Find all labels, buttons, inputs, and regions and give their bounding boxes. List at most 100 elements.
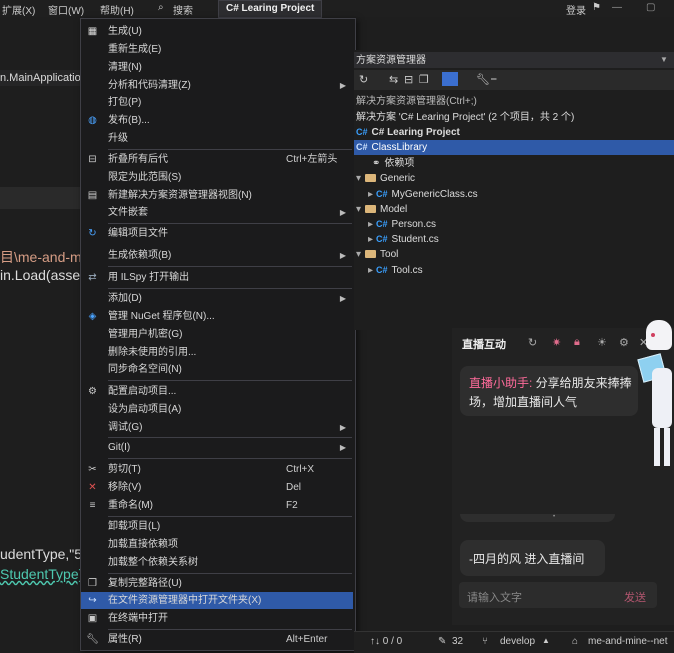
- menu-item-user-secrets[interactable]: 管理用户机密(G): [81, 326, 353, 343]
- folder-model[interactable]: ▾ Model: [356, 202, 407, 217]
- context-menu: ▦ 生成(U) 重新生成(E) 清理(N) 分析和代码清理(Z) ▶ 打包(P) ◍…: [80, 18, 356, 651]
- preview-icon[interactable]: ⎯: [491, 73, 497, 86]
- chat-input[interactable]: 请输入文字 发送: [459, 582, 657, 608]
- menu-item-rename[interactable]: ≡ 重命名(M) F2: [81, 497, 353, 514]
- scissors-icon: ✂: [88, 464, 97, 475]
- menu-item-scope[interactable]: 限定为此范围(S): [81, 169, 353, 186]
- code-editor[interactable]: n.MainApplication 目\me-and-m in.Load(ass…: [0, 17, 87, 652]
- menu-item-debug[interactable]: 调试(G) ▶: [81, 419, 353, 436]
- menu-extensions[interactable]: 扩展(X): [2, 2, 35, 17]
- chevron-down-icon: ▾: [356, 249, 362, 260]
- class-library-node[interactable]: C# ClassLibrary: [356, 140, 427, 155]
- csharp-icon: C#: [376, 189, 388, 199]
- menu-item-ilspy[interactable]: ⇄ 用 ILSpy 打开输出: [81, 269, 353, 286]
- solution-node[interactable]: 解决方案 'C# Learing Project' (2 个项目，共 2 个): [356, 110, 574, 125]
- menu-item-open-terminal[interactable]: ▣ 在终端中打开: [81, 610, 353, 627]
- open-folder-arrow-icon: ↪: [88, 595, 97, 606]
- menu-item-build-deps[interactable]: 生成依赖项(B) ▶: [81, 247, 353, 264]
- pages-icon[interactable]: ❐: [419, 73, 429, 86]
- menu-item-rebuild[interactable]: 重新生成(E): [81, 41, 353, 58]
- chevron-right-icon: ▶: [339, 251, 346, 260]
- chevron-right-icon: ▸: [368, 265, 374, 276]
- wrench-icon[interactable]: 🔧︎: [476, 73, 490, 86]
- live-panel-title: 直播互动: [462, 339, 506, 351]
- search-icon[interactable]: ⌕: [158, 2, 164, 13]
- menu-item-load-direct[interactable]: 加载直接依赖项: [81, 536, 353, 553]
- menu-item-analyze[interactable]: 分析和代码清理(Z) ▶: [81, 77, 353, 94]
- code-line: StudentType): [0, 566, 84, 582]
- menu-item-build[interactable]: ▦ 生成(U): [81, 23, 353, 40]
- menu-window[interactable]: 窗口(W): [48, 2, 84, 17]
- dependencies-icon: ⚭: [372, 158, 381, 169]
- menu-item-nuget[interactable]: ◈ 管理 NuGet 程序包(N)...: [81, 308, 353, 325]
- chevron-right-icon: ▶: [339, 208, 346, 217]
- sync-status[interactable]: ↑↓ 0 / 0: [370, 636, 402, 647]
- menu-item-properties[interactable]: 🔧︎ 属性(R) Alt+Enter: [81, 631, 353, 648]
- menu-item-remove[interactable]: ✕ 移除(V) Del: [81, 479, 353, 496]
- minimize-icon[interactable]: —: [612, 2, 622, 13]
- file-node[interactable]: ▸ C# MyGenericClass.cs: [368, 187, 478, 202]
- rename-icon: ≡: [89, 500, 96, 511]
- helper-name: 直播小助手:: [469, 376, 533, 390]
- menu-item-file-nesting[interactable]: 文件嵌套 ▶: [81, 204, 353, 221]
- branch-name[interactable]: develop: [500, 636, 535, 647]
- send-button[interactable]: 发送: [624, 589, 646, 605]
- menu-item-set-startup[interactable]: 设为启动项目(A): [81, 401, 353, 418]
- sync-icon[interactable]: ⇆: [389, 73, 398, 86]
- menu-item-open-in-explorer[interactable]: ↪ 在文件资源管理器中打开文件夹(X): [81, 592, 353, 609]
- editor-tab-label[interactable]: n.MainApplication: [0, 72, 87, 84]
- folder-icon: [365, 250, 377, 259]
- file-node[interactable]: ▸ C# Tool.cs: [368, 263, 423, 278]
- menu-item-configure-startup[interactable]: ⚙ 配置启动项目...: [81, 383, 353, 400]
- dropdown-icon[interactable]: ▼: [660, 55, 668, 64]
- file-node[interactable]: ▸ C# Person.cs: [368, 217, 436, 232]
- account-icon[interactable]: ⚑: [592, 2, 601, 13]
- menu-item-new-view[interactable]: ▤ 新建解决方案资源管理器视图(N): [81, 187, 353, 204]
- solution-search-input[interactable]: 解决方案资源管理器(Ctrl+;): [356, 94, 477, 109]
- dependencies-node[interactable]: ⚭ 依赖项: [372, 156, 414, 171]
- active-filter-icon[interactable]: [442, 72, 458, 86]
- menu-bar: 扩展(X) 窗口(W) 帮助(H) ⌕ 搜索 C# Learing Projec…: [0, 0, 674, 18]
- menu-item-unload[interactable]: 卸载项目(L): [81, 518, 353, 535]
- folder-generic[interactable]: ▾ Generic: [356, 171, 415, 186]
- menu-item-remove-refs[interactable]: 删除未使用的引用...: [81, 344, 353, 361]
- wrench-icon: 🔧︎: [86, 634, 99, 645]
- collapse-all-icon[interactable]: ⊟: [404, 73, 413, 86]
- menu-help[interactable]: 帮助(H): [100, 2, 134, 17]
- menu-item-publish[interactable]: ◍ 发布(B)...: [81, 112, 353, 129]
- menu-item-edit-project[interactable]: ↻ 编辑项目文件: [81, 225, 353, 242]
- gear-icon: ⚙: [88, 386, 97, 397]
- menu-item-collapse-all[interactable]: ⊟ 折叠所有后代 Ctrl+左箭头: [81, 151, 353, 168]
- gear-icon[interactable]: ⚙: [619, 336, 629, 349]
- menu-item-clean[interactable]: 清理(N): [81, 59, 353, 76]
- chevron-right-icon: ▸: [368, 234, 374, 245]
- menu-item-git[interactable]: Git(I) ▶: [81, 439, 353, 456]
- menu-item-cut[interactable]: ✂ 剪切(T) Ctrl+X: [81, 461, 353, 478]
- menu-item-load-tree[interactable]: 加载整个依赖关系树: [81, 554, 353, 571]
- edits-count[interactable]: 32: [452, 636, 463, 647]
- pencil-icon: ✎: [438, 636, 447, 647]
- code-line: 目\me-and-m: [0, 249, 82, 265]
- menu-search[interactable]: 搜索: [173, 2, 193, 17]
- bulb-icon[interactable]: ☀: [597, 336, 607, 349]
- chevron-down-icon: ▾: [356, 204, 362, 215]
- login-link[interactable]: 登录: [566, 2, 586, 17]
- menu-item-pack[interactable]: 打包(P): [81, 94, 353, 111]
- chevron-right-icon: ▶: [339, 294, 346, 303]
- folder-tool[interactable]: ▾ Tool: [356, 247, 398, 262]
- solution-explorer: 方案资源管理器 ▼ ↻ ⇆ ⊟ ❐ 🔧︎ ⎯ 解决方案资源管理器(Ctrl+;)…: [354, 50, 674, 330]
- code-line: udentType,"5: [0, 546, 83, 562]
- maximize-icon[interactable]: ▢: [646, 2, 655, 13]
- menu-item-upgrade[interactable]: 升级: [81, 130, 353, 147]
- effects-icon[interactable]: ✷: [552, 336, 561, 349]
- refresh-icon[interactable]: ↻: [528, 336, 537, 349]
- chevron-right-icon: ▶: [339, 81, 346, 90]
- file-node[interactable]: ▸ C# Student.cs: [368, 232, 439, 247]
- lock-icon[interactable]: 🔒︎: [574, 336, 580, 349]
- menu-item-add[interactable]: 添加(D) ▶: [81, 290, 353, 307]
- repo-name[interactable]: me-and-mine--net: [588, 636, 667, 647]
- menu-item-sync-namespaces[interactable]: 同步命名空间(N): [81, 361, 353, 378]
- project-node[interactable]: C# C# Learing Project: [356, 125, 460, 140]
- history-icon[interactable]: ↻: [359, 73, 368, 86]
- menu-item-copy-path[interactable]: ❐ 复制完整路径(U): [81, 575, 353, 592]
